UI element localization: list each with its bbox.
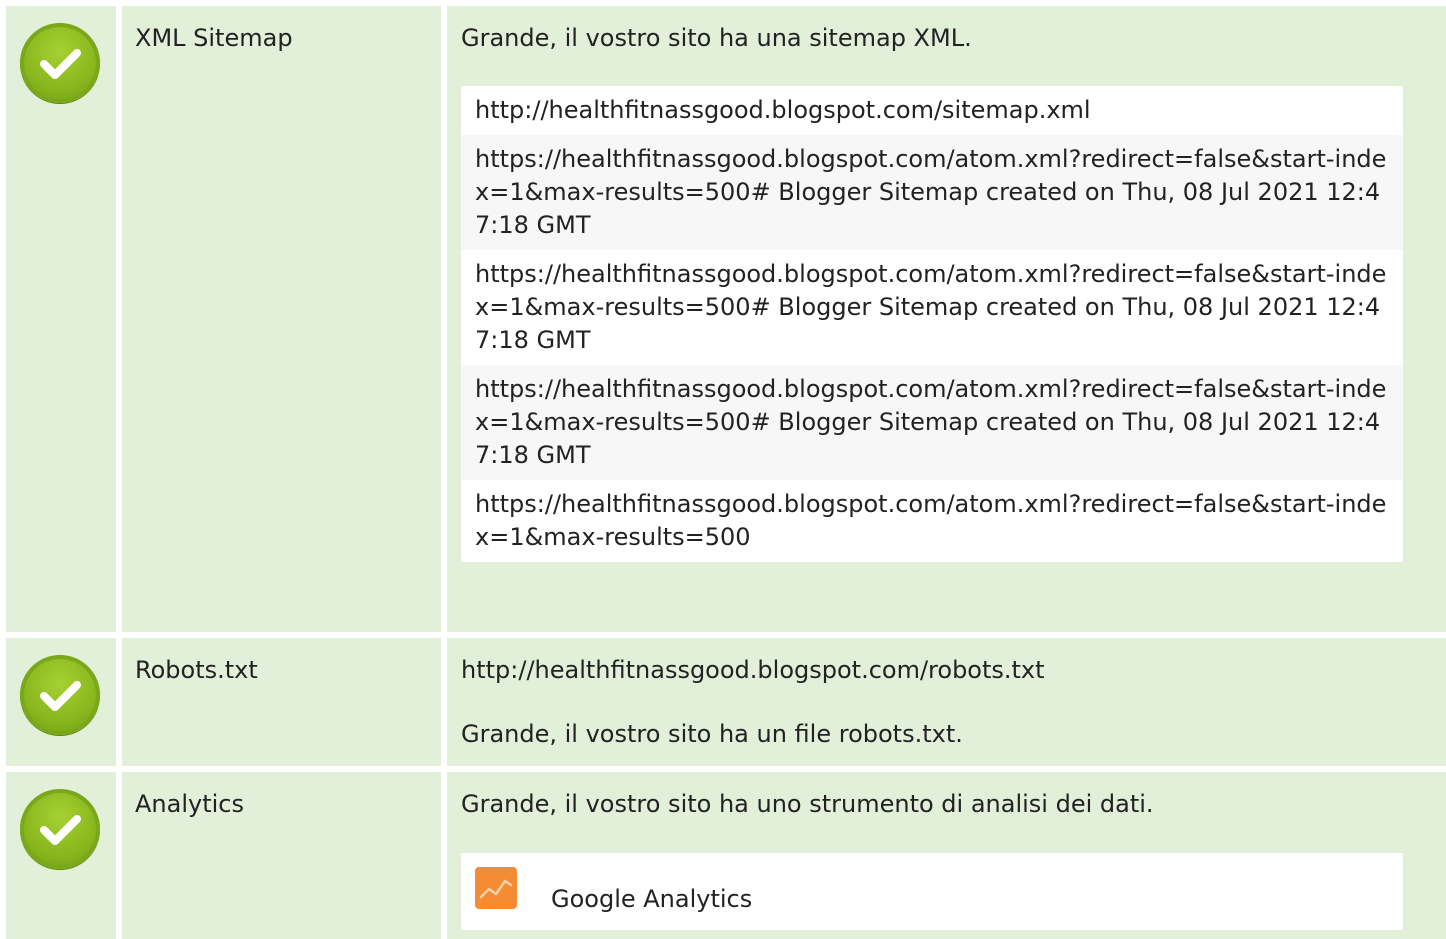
sitemap-url[interactable]: https://healthfitnassgood.blogspot.com/a…	[461, 135, 1403, 250]
row-title: Robots.txt	[122, 638, 441, 766]
analytics-tool-box: Google Analytics	[461, 853, 1403, 930]
row-content: Grande, il vostro sito ha una sitemap XM…	[447, 6, 1446, 632]
sitemap-intro: Grande, il vostro sito ha una sitemap XM…	[461, 24, 972, 52]
sitemap-url-list: http://healthfitnassgood.blogspot.com/si…	[461, 86, 1403, 562]
sitemap-url[interactable]: https://healthfitnassgood.blogspot.com/a…	[461, 250, 1403, 365]
row-content: Grande, il vostro sito ha uno strumento …	[447, 772, 1446, 939]
row-robots-txt: Robots.txt http://healthfitnassgood.blog…	[6, 638, 1446, 766]
row-content: http://healthfitnassgood.blogspot.com/ro…	[447, 638, 1446, 766]
status-cell	[6, 638, 116, 766]
check-icon	[20, 655, 100, 735]
sitemap-url[interactable]: https://healthfitnassgood.blogspot.com/a…	[461, 365, 1403, 480]
status-cell	[6, 6, 116, 632]
analytics-intro: Grande, il vostro sito ha uno strumento …	[461, 790, 1154, 818]
status-cell	[6, 772, 116, 939]
check-icon	[20, 23, 100, 103]
robots-url[interactable]: http://healthfitnassgood.blogspot.com/ro…	[461, 654, 1403, 686]
row-xml-sitemap: XML Sitemap Grande, il vostro sito ha un…	[6, 6, 1446, 632]
robots-message: Grande, il vostro sito ha un file robots…	[461, 720, 963, 748]
analytics-tool-name: Google Analytics	[551, 885, 753, 913]
row-title: Analytics	[122, 772, 441, 939]
sitemap-url[interactable]: https://healthfitnassgood.blogspot.com/a…	[461, 480, 1403, 562]
row-title: XML Sitemap	[122, 6, 441, 632]
sitemap-url[interactable]: http://healthfitnassgood.blogspot.com/si…	[461, 86, 1403, 135]
google-analytics-icon	[475, 867, 517, 909]
check-icon	[20, 789, 100, 869]
row-analytics: Analytics Grande, il vostro sito ha uno …	[6, 772, 1446, 939]
